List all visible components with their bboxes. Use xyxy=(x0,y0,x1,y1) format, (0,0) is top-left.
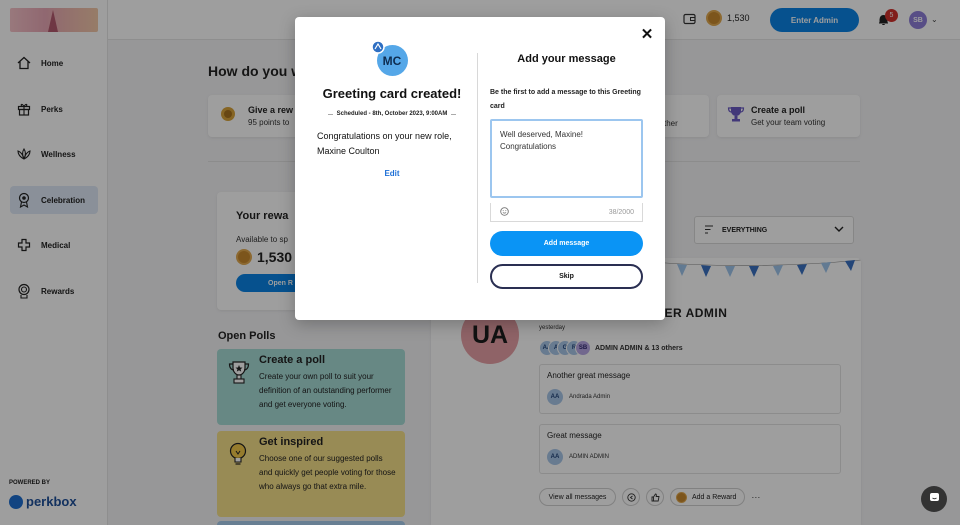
message-toolbar: 38/2000 xyxy=(490,203,643,222)
greeting-card-message: Congratulations on your new role, Maxine… xyxy=(317,131,452,156)
modal-divider xyxy=(477,53,478,283)
add-message-hint: Be the first to add a message to this Gr… xyxy=(490,89,641,110)
greeting-card-modal: ✕ MC Greeting card created! Scheduled - … xyxy=(295,17,665,320)
recipient-avatar: MC xyxy=(370,40,408,76)
add-message-panel: Add your message Be the first to add a m… xyxy=(490,53,643,289)
skip-button[interactable]: Skip xyxy=(490,264,643,289)
scheduled-date: Scheduled - 8th, October 2023, 9:00AM xyxy=(307,111,477,117)
add-message-title: Add your message xyxy=(517,53,616,65)
emoji-icon[interactable] xyxy=(500,206,509,218)
recipient-initials: MC xyxy=(382,53,402,68)
edit-link[interactable]: Edit xyxy=(307,169,477,178)
character-counter: 38/2000 xyxy=(608,208,634,216)
message-textarea[interactable] xyxy=(490,119,643,198)
chat-button[interactable] xyxy=(921,486,947,512)
greeting-card-created-title: Greeting card created! xyxy=(322,86,462,101)
party-badge-icon xyxy=(370,40,385,54)
add-message-button[interactable]: Add message xyxy=(490,231,643,256)
scheduled-date-text: Scheduled - 8th, October 2023, 9:00AM xyxy=(336,111,448,117)
greeting-card-summary: MC Greeting card created! Scheduled - 8t… xyxy=(307,40,477,178)
close-icon[interactable]: ✕ xyxy=(639,26,655,43)
chat-bubble-icon xyxy=(929,490,940,508)
